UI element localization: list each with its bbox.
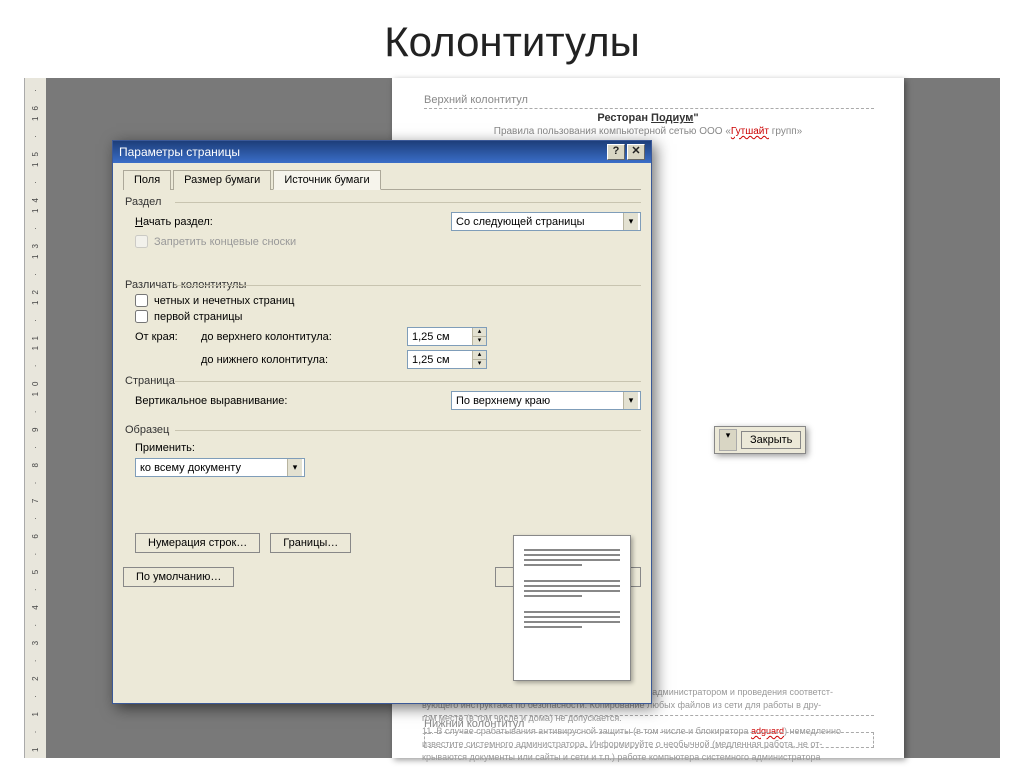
spin-up-icon[interactable]: ▴ — [472, 351, 486, 360]
close-hf-button[interactable]: Закрыть — [741, 431, 801, 449]
footer-distance-spin[interactable]: 1,25 см ▴▾ — [407, 350, 487, 369]
suppress-endnotes-checkbox — [135, 235, 148, 248]
spin-down-icon[interactable]: ▾ — [472, 337, 486, 345]
tab-margins[interactable]: Поля — [123, 170, 171, 190]
spin-down-icon[interactable]: ▾ — [472, 360, 486, 368]
doc-subtitle: Правила пользования компьютерной сетью О… — [392, 126, 904, 137]
doc-title-quoted: Подиум — [651, 112, 693, 124]
valign-select[interactable]: По верхнему краю — [451, 391, 641, 410]
header-distance-value: 1,25 см — [412, 331, 450, 343]
first-page-checkbox[interactable] — [135, 310, 148, 323]
doc-sub-prefix: Правила пользования компьютерной сетью О… — [494, 126, 731, 137]
dialog-titlebar: Параметры страницы ? ✕ — [113, 141, 651, 163]
suppress-endnotes-label: Запретить концевые сноски — [154, 236, 296, 248]
vertical-ruler: 1 · 1 · 2 · 3 · 4 · 5 · 6 · 7 · 8 · 9 · … — [24, 78, 46, 758]
dialog-title-text: Параметры страницы — [119, 145, 240, 159]
doc-title: Ресторан Подиум" — [392, 112, 904, 124]
odd-even-checkbox[interactable] — [135, 294, 148, 307]
apply-to-label: Применить: — [135, 442, 215, 454]
help-icon[interactable]: ? — [607, 144, 625, 160]
close-icon[interactable]: ✕ — [627, 144, 645, 160]
spin-up-icon[interactable]: ▴ — [472, 328, 486, 337]
apply-to-select[interactable]: ко всему документу — [135, 458, 305, 477]
doc-sub-err: Гутшайт — [731, 126, 769, 137]
toolbar-dropdown-icon[interactable]: ▾ — [719, 429, 737, 451]
valign-label: Вертикальное выравнивание: — [135, 395, 287, 407]
page-group-label: Страница — [125, 375, 641, 387]
tab-paper-size[interactable]: Размер бумаги — [173, 170, 271, 190]
section-group-label: Раздел — [125, 196, 641, 208]
header-region-label: Верхний колонтитул — [424, 94, 874, 109]
from-edge-label: От края: — [135, 331, 195, 343]
odd-even-label: четных и нечетных страниц — [154, 295, 294, 307]
page-setup-dialog: Параметры страницы ? ✕ Поля Размер бумаг… — [112, 140, 652, 704]
header-distance-spin[interactable]: 1,25 см ▴▾ — [407, 327, 487, 346]
first-page-label: первой страницы — [154, 311, 242, 323]
line-numbers-button[interactable]: Нумерация строк… — [135, 533, 260, 553]
doc-sub-suffix: групп» — [769, 126, 802, 137]
app-area: 1 · 1 · 2 · 3 · 4 · 5 · 6 · 7 · 8 · 9 · … — [24, 78, 1000, 758]
to-footer-label: до нижнего колонтитула: — [201, 354, 401, 366]
to-header-label: до верхнего колонтитула: — [201, 331, 401, 343]
default-button[interactable]: По умолчанию… — [123, 567, 234, 587]
footer-region-label: Нижний колонтитул — [424, 715, 874, 730]
tab-paper-source[interactable]: Источник бумаги — [273, 170, 380, 190]
headers-group-label: Различать колонтитулы — [125, 279, 641, 291]
footer-dashed-box — [424, 732, 874, 748]
section-start-select[interactable]: Со следующей страницы — [451, 212, 641, 231]
borders-button[interactable]: Границы… — [270, 533, 351, 553]
header-footer-toolbar: ▾ Закрыть — [714, 426, 806, 454]
preview-thumbnail — [513, 535, 631, 681]
preview-group-label: Образец — [125, 424, 641, 436]
doc-title-prefix: Ресторан — [597, 112, 651, 124]
slide-title: Колонтитулы — [0, 0, 1024, 76]
dialog-tabs: Поля Размер бумаги Источник бумаги — [123, 169, 641, 190]
section-start-label: ННачать раздел:ачать раздел: — [135, 216, 213, 228]
footer-distance-value: 1,25 см — [412, 354, 450, 366]
